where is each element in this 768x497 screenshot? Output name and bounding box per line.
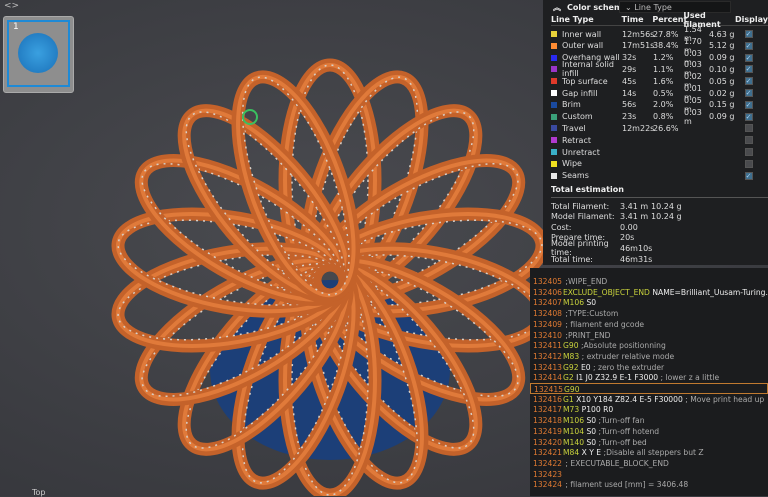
color-swatch — [551, 31, 557, 37]
display-checkbox[interactable] — [744, 136, 753, 145]
total-row: Model printing time: 46m10s — [551, 239, 653, 258]
gcode-line[interactable]: 132423 — [530, 469, 768, 480]
legend-row[interactable]: Retract — [551, 134, 761, 146]
gcode-line[interactable]: 132406EXCLUDE_OBJECT_END NAME=Brilliant_… — [530, 287, 768, 298]
display-checkbox[interactable] — [744, 159, 753, 168]
model-thumbnail-image — [18, 33, 58, 73]
gcode-line[interactable]: 132421M84 X Y E ;Disable all steppers bu… — [530, 447, 768, 458]
total-row: Total time: 46m31s — [551, 254, 653, 264]
legend-row[interactable]: Outer wall 17m51s 38.4% 1.70 m 5.12 g — [551, 37, 761, 55]
display-checkbox[interactable] — [744, 30, 753, 38]
gcode-line[interactable]: 132412M83 ; extruder relative mode — [530, 351, 768, 362]
legend-panel: ︽ Color scheme ⌄ Line Type Line Type Time P… — [543, 0, 768, 265]
gcode-line[interactable]: 132422 ; EXECUTABLE_BLOCK_END — [530, 458, 768, 469]
gcode-line[interactable]: 132410 ;PRINT_END — [530, 330, 768, 341]
legend-row[interactable]: Inner wall 12m56s 27.8% 1.54 m 4.63 g — [551, 25, 761, 43]
display-checkbox[interactable] — [744, 171, 753, 180]
total-estimation-title: Total estimation — [551, 185, 768, 198]
legend-row[interactable]: Top surface 45s 1.6% 0.02 m 0.05 g — [551, 72, 761, 90]
gcode-line[interactable]: 132411G90 ;Absolute positionning — [530, 340, 768, 351]
legend-row[interactable]: Travel 12m22s 26.6% — [551, 122, 761, 134]
gcode-line[interactable]: 132418M106 S0 ;Turn-off fan — [530, 415, 768, 426]
total-row: Cost: 0.00 — [551, 222, 638, 232]
legend-row[interactable]: Wipe — [551, 158, 761, 170]
color-swatch — [551, 78, 557, 85]
legend-row[interactable]: Brim 56s 2.0% 0.05 m 0.15 g — [551, 96, 761, 114]
color-swatch — [551, 42, 557, 49]
gcode-line[interactable]: 132417M73 P100 R0 — [530, 404, 768, 415]
display-checkbox[interactable] — [744, 124, 753, 133]
legend-row[interactable]: Gap infill 14s 0.5% 0.01 m 0.02 g — [551, 84, 761, 102]
color-swatch — [551, 125, 557, 132]
legend-row[interactable]: Seams — [551, 170, 761, 182]
legend-row[interactable]: Unretract — [551, 146, 761, 158]
color-swatch — [551, 149, 557, 155]
display-checkbox[interactable] — [744, 77, 753, 86]
display-checkbox[interactable] — [744, 89, 753, 97]
display-checkbox[interactable] — [744, 112, 753, 121]
gcode-line[interactable]: 132407M106 S0 — [530, 297, 768, 308]
color-swatch — [551, 160, 557, 167]
display-checkbox[interactable] — [744, 53, 753, 62]
color-swatch — [551, 172, 557, 179]
gcode-line[interactable]: 132405 ;WIPE_END — [530, 276, 768, 287]
collapse-toggle-icon[interactable]: <> — [4, 1, 19, 11]
display-checkbox[interactable] — [744, 65, 753, 74]
color-swatch — [551, 66, 557, 73]
display-checkbox[interactable] — [744, 41, 753, 50]
display-checkbox[interactable] — [744, 100, 753, 109]
total-row: Total Filament: 3.41 m 10.24 g — [551, 201, 682, 211]
gcode-line[interactable]: 132416G1 X10 Y184 Z82.4 E-5 F30000 ; Mov… — [530, 394, 768, 405]
collapse-icon[interactable]: ︽ — [553, 2, 561, 13]
display-checkbox[interactable] — [744, 148, 753, 156]
legend-header: Line Type Time Percent Used filament Display — [551, 10, 768, 29]
gcode-line[interactable]: 132408 ;TYPE:Custom — [530, 308, 768, 319]
gcode-line[interactable]: 132415G90 — [530, 383, 768, 394]
plate-number: 1 — [13, 22, 19, 32]
color-swatch — [551, 113, 557, 120]
gcode-line[interactable]: 132420M140 S0 ;Turn-off bed — [530, 437, 768, 448]
legend-row[interactable]: Custom 23s 0.8% 0.03 m 0.09 g — [551, 108, 761, 126]
color-swatch — [551, 137, 557, 144]
color-swatch — [551, 101, 557, 108]
total-row: Model Filament: 3.41 m 10.24 g — [551, 212, 682, 222]
gcode-viewer[interactable]: 132405 ;WIPE_END 132406EXCLUDE_OBJECT_END… — [530, 268, 768, 496]
gcode-line[interactable]: 132414G2 I1 J0 Z32.9 E-1 F3000 ; lower z… — [530, 372, 768, 383]
gcode-line[interactable]: 132419M104 S0 ;Turn-off hotend — [530, 426, 768, 437]
gcode-line[interactable]: 132409 ; filament end gcode — [530, 319, 768, 330]
plate-thumbnail[interactable]: 1 — [3, 16, 74, 93]
color-scheme-header[interactable]: ︽ Color scheme — [553, 1, 628, 14]
legend-row[interactable]: Internal solid infill 29s 1.1% 0.03 m 0.10 g — [551, 60, 761, 78]
color-swatch — [551, 90, 557, 96]
gcode-line[interactable]: 132424 ; filament used [mm] = 3406.48 — [530, 479, 768, 490]
gcode-line[interactable]: 132413G92 E0 ; zero the extruder — [530, 362, 768, 373]
